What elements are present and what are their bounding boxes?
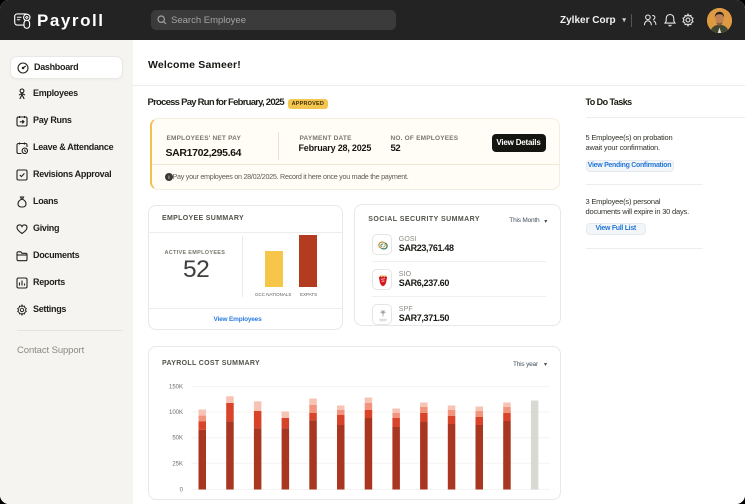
svg-text:150K: 150K — [169, 385, 183, 391]
svg-text:i: i — [168, 175, 169, 181]
svg-text:50K: 50K — [172, 436, 183, 442]
svg-text:100K: 100K — [169, 410, 183, 416]
svg-text:0: 0 — [180, 488, 184, 494]
svg-text:25K: 25K — [172, 461, 183, 467]
